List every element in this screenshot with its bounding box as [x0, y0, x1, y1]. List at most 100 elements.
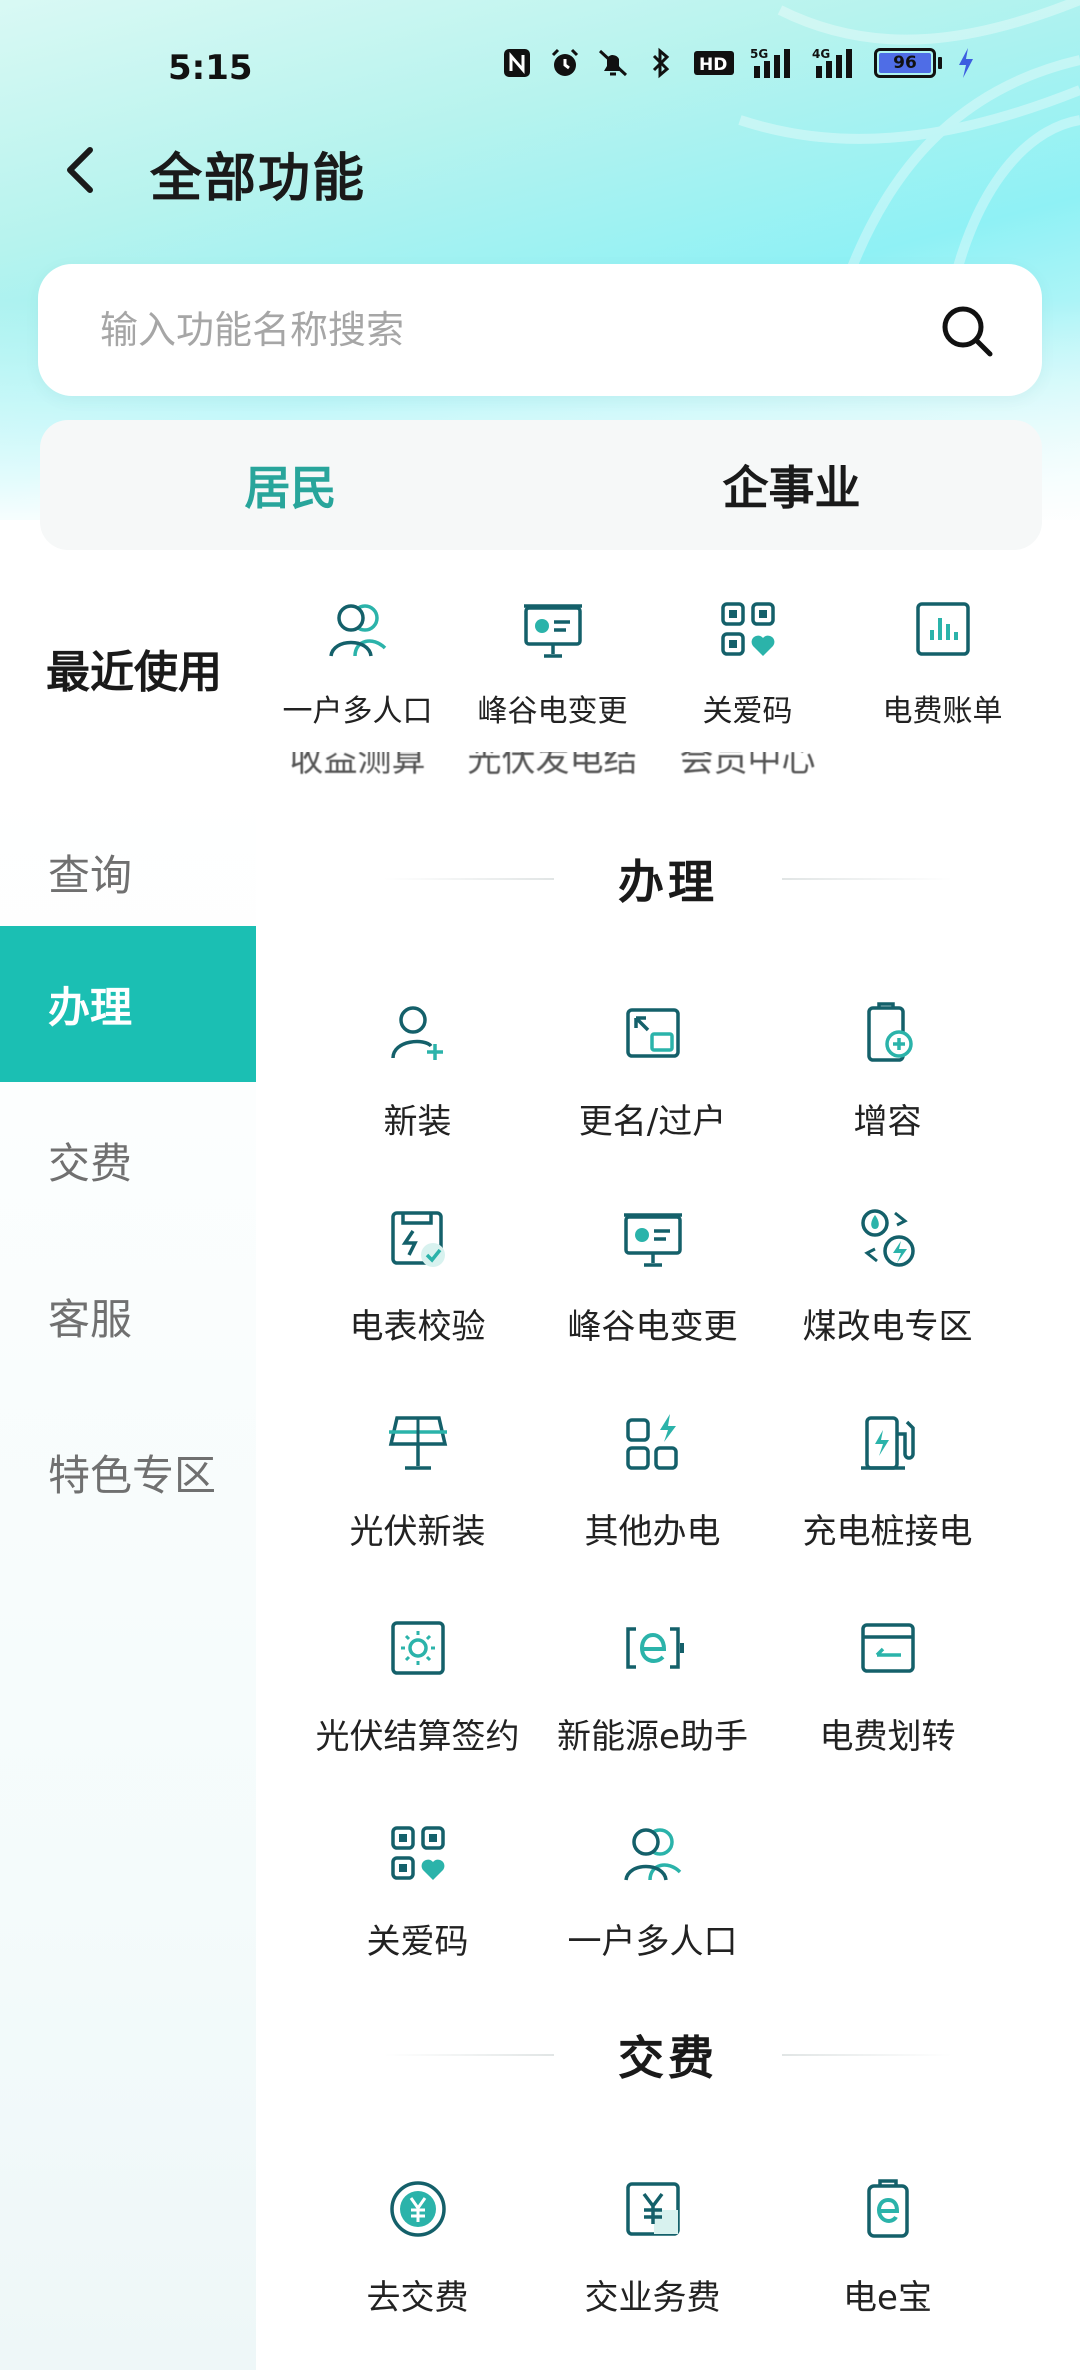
e-assistant-icon	[625, 1627, 684, 1669]
grid-item-e-assistant[interactable]: 新能源e助手	[535, 1605, 770, 1810]
pay-icon	[389, 2181, 446, 2237]
segment-resident[interactable]: 居民	[40, 420, 541, 550]
sidebar-item-payment[interactable]: 交费	[0, 1082, 256, 1238]
grid-item-label: 更名/过户	[578, 1102, 727, 1142]
recent-item-label: 关爱码	[702, 694, 793, 729]
grid-item-label: 充电桩接电	[802, 1512, 973, 1552]
solar-settlement-icon	[390, 1621, 445, 1675]
recent-item-label: 峰谷电变更	[477, 694, 628, 729]
svg-text:HD: HD	[699, 55, 727, 75]
grid-item-label: 其他办电	[584, 1512, 721, 1552]
multi-person-icon	[328, 604, 386, 657]
recent-item-label: 电费账单	[882, 694, 1003, 729]
recent-list: 一户多人口 峰谷电变更 关爱码 电费账单	[260, 590, 1060, 750]
page-title: 全部功能	[150, 149, 367, 209]
grid-item-label: 光伏新装	[349, 1512, 486, 1552]
grid-item-care-code[interactable]: 关爱码	[300, 1810, 535, 2015]
recent-item-care-code[interactable]: 关爱码	[650, 590, 845, 750]
recent-item-label: 一户多人口	[282, 694, 433, 729]
search-icon[interactable]	[938, 302, 996, 360]
user-type-segment: 居民 企事业	[40, 420, 1042, 550]
recent-item-multi-person[interactable]: 一户多人口	[260, 590, 455, 750]
grid-item-solar-install[interactable]: 光伏新装	[300, 1400, 535, 1605]
recent-label: 最近使用	[46, 647, 222, 698]
section-title-text: 办理	[618, 855, 718, 909]
capacity-increase-icon	[866, 1002, 913, 1062]
coal-to-electric-icon	[860, 1209, 915, 1267]
grid-item-peak-valley[interactable]: 峰谷电变更	[535, 1195, 770, 1400]
grid-item-label: 电表校验	[349, 1307, 486, 1347]
transfer-icon	[625, 1008, 680, 1058]
hd-voice-icon: HD	[692, 46, 736, 80]
grid-item-pay[interactable]: 去交费	[300, 2166, 535, 2370]
grid-item-other-power[interactable]: 其他办电	[535, 1400, 770, 1605]
care-code-icon	[720, 602, 775, 656]
grid-item-label: 电费划转	[819, 1717, 956, 1757]
segment-enterprise[interactable]: 企事业	[541, 420, 1042, 550]
status-bar: 5:15 HD 5G 4G 96	[0, 40, 1080, 100]
sidebar-item-featured[interactable]: 特色专区	[0, 1394, 256, 1550]
grid-item-label: 新能源e助手	[557, 1717, 748, 1757]
signal-4g-icon: 4G	[812, 46, 860, 80]
recent-item-peak-valley[interactable]: 峰谷电变更	[455, 590, 650, 750]
signal-5g-icon: 5G	[750, 46, 798, 80]
section-title-payment: 交费	[256, 2022, 1080, 2088]
svg-text:4G: 4G	[812, 47, 830, 61]
business-fee-icon	[625, 2182, 680, 2236]
sidebar-item-service[interactable]: 客服	[0, 1238, 256, 1394]
grid-item-business-fee[interactable]: 交业务费	[535, 2166, 770, 2370]
status-time: 5:15	[168, 48, 253, 88]
mute-icon	[596, 46, 630, 80]
solar-panel-icon	[388, 1416, 447, 1470]
section-title-text: 交费	[618, 2031, 718, 2085]
grid-item-new-install[interactable]: 新装	[300, 990, 535, 1195]
search-bar[interactable]	[38, 264, 1042, 396]
grid-item-capacity[interactable]: 增容	[770, 990, 1005, 1195]
cutoff-label: 会员中心	[679, 752, 816, 780]
nfc-icon	[500, 46, 534, 80]
meter-check-icon	[390, 1211, 445, 1267]
battery-level: 96	[879, 53, 931, 73]
grid-item-charging-pile[interactable]: 充电桩接电	[770, 1400, 1005, 1605]
grid-item-label: 电e宝	[843, 2278, 932, 2318]
grid-item-e-wallet[interactable]: 电e宝	[770, 2166, 1005, 2370]
payment-grid: 去交费 交业务费 电e宝	[256, 2166, 1080, 2370]
grid-item-label: 交业务费	[584, 2278, 721, 2318]
category-sidebar: 查询 办理 交费 客服 特色专区	[0, 780, 256, 2370]
battery-indicator: 96	[874, 48, 942, 78]
search-input[interactable]	[100, 304, 900, 356]
peak-valley-icon	[523, 604, 582, 658]
grid-item-fee-transfer[interactable]: 电费划转	[770, 1605, 1005, 1810]
care-code-icon	[390, 1826, 445, 1880]
bill-chart-icon	[915, 602, 970, 656]
charging-pile-icon	[860, 1416, 915, 1470]
grid-item-label: 关爱码	[366, 1922, 469, 1962]
grid-item-label: 一户多人口	[567, 1922, 738, 1962]
grid-item-meter-check[interactable]: 电表校验	[300, 1195, 535, 1400]
charging-icon	[956, 46, 976, 80]
grid-item-coal-to-electric[interactable]: 煤改电专区	[770, 1195, 1005, 1400]
cutoff-label: 光伏发电结算	[467, 752, 638, 780]
e-wallet-icon	[866, 2179, 909, 2238]
alarm-icon	[548, 46, 582, 80]
recent-cutoff-row: 收益测算 光伏发电结算 会员中心	[260, 752, 1080, 780]
recent-item-bill[interactable]: 电费账单	[845, 590, 1040, 750]
cutoff-label: 收益测算	[289, 752, 426, 780]
section-title-handle: 办理	[256, 846, 1080, 912]
status-icons: HD 5G 4G 96	[500, 46, 976, 80]
grid-item-multi-person[interactable]: 一户多人口	[535, 1810, 770, 2015]
grid-item-label: 新装	[383, 1102, 452, 1142]
peak-valley-icon	[623, 1213, 682, 1267]
grid-item-label: 峰谷电变更	[567, 1307, 738, 1347]
bluetooth-icon	[644, 46, 678, 80]
add-user-icon	[390, 1006, 443, 1060]
other-power-icon	[625, 1414, 678, 1470]
grid-item-solar-settlement[interactable]: 光伏结算签约	[300, 1605, 535, 1810]
back-button[interactable]	[50, 140, 110, 200]
sidebar-item-handle[interactable]: 办理	[0, 926, 256, 1082]
grid-item-rename-transfer[interactable]: 更名/过户	[535, 990, 770, 1195]
multi-person-icon	[623, 1828, 681, 1881]
svg-text:5G: 5G	[750, 47, 768, 61]
grid-item-label: 光伏结算签约	[315, 1717, 520, 1757]
grid-item-label: 增容	[853, 1102, 922, 1142]
